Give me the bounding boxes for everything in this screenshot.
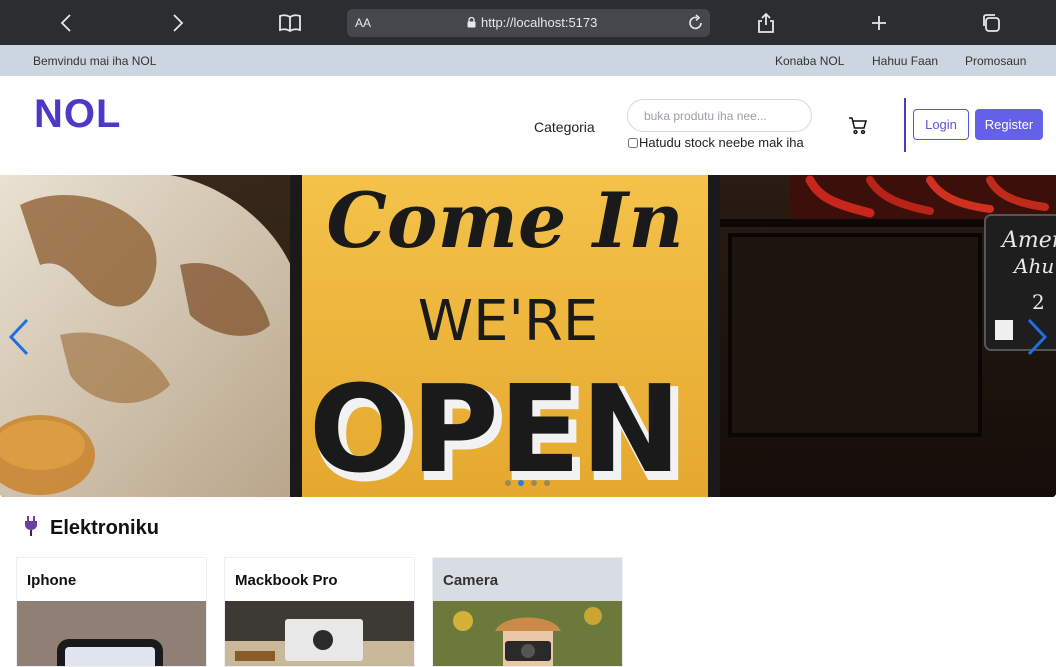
book-icon[interactable] [278,8,302,38]
product-card-macbook[interactable]: Mackbook Pro [224,557,415,667]
share-icon[interactable] [756,8,776,38]
welcome-text: Bemvindu mai iha NOL [33,54,157,68]
lock-icon [467,17,476,28]
carousel-next-icon[interactable] [1025,318,1049,356]
carousel-prev-icon[interactable] [7,318,31,356]
side-board-text-1: Amer [1000,228,1056,253]
register-button[interactable]: Register [975,109,1043,140]
plug-icon [24,516,38,541]
carousel-dot-2[interactable] [518,480,524,486]
product-name: Camera [443,572,499,589]
cart-icon[interactable] [848,116,868,136]
product-name: Mackbook Pro [235,572,338,589]
side-board-text-3: 2 [1032,290,1045,314]
hero-carousel[interactable]: Amer Ahu 2 Come In WE'RE OPEN OPEN [0,175,1056,497]
link-promosaun[interactable]: Promosaun [965,54,1026,68]
url-text: http://localhost:5173 [481,15,598,30]
header-divider [904,98,906,152]
url-display: http://localhost:5173 [467,15,597,30]
reload-icon[interactable] [688,14,704,36]
logo[interactable]: NOL [34,92,121,137]
text-size-button[interactable]: AA [355,16,371,30]
product-image-camera [433,601,622,666]
category-menu[interactable]: Categoria [534,119,595,135]
stock-filter-label: Hatudu stock neebe mak iha [639,135,804,150]
carousel-slide-image: Amer Ahu 2 Come In WE'RE OPEN OPEN [0,175,1056,497]
carousel-indicators [505,480,550,486]
link-hahuu-faan[interactable]: Hahuu Faan [872,54,938,68]
stock-filter[interactable]: Hatudu stock neebe mak iha [627,135,804,150]
carousel-dot-4[interactable] [544,480,550,486]
carousel-dot-1[interactable] [505,480,511,486]
sign-text-come-in: Come In [326,176,683,265]
new-tab-icon[interactable] [869,8,889,38]
address-bar[interactable]: AA http://localhost:5173 [347,9,710,37]
section-header: Elektroniku [24,516,159,541]
product-image-macbook [225,601,414,666]
product-name: Iphone [27,572,77,589]
stock-checkbox[interactable] [628,137,638,148]
product-image-iphone [17,601,206,666]
product-card-iphone[interactable]: Iphone [16,557,207,667]
link-konaba-nol[interactable]: Konaba NOL [775,54,844,68]
top-info-bar: Bemvindu mai iha NOL Konaba NOL Hahuu Fa… [0,45,1056,76]
login-button[interactable]: Login [913,109,969,140]
search-input[interactable] [627,99,812,132]
sign-text-were: WE'RE [418,289,598,354]
carousel-dot-3[interactable] [531,480,537,486]
product-card-camera[interactable]: Camera [432,557,623,667]
browser-toolbar: AA http://localhost:5173 [0,0,1056,45]
forward-icon[interactable] [168,8,188,38]
side-board-text-2: Ahu [1012,254,1054,278]
sign-text-open: OPEN [309,361,681,497]
tabs-overview-icon[interactable] [980,8,1002,38]
site-header: NOL Categoria Hatudu stock neebe mak iha… [0,76,1056,175]
section-title: Elektroniku [50,517,159,539]
back-icon[interactable] [56,8,76,38]
